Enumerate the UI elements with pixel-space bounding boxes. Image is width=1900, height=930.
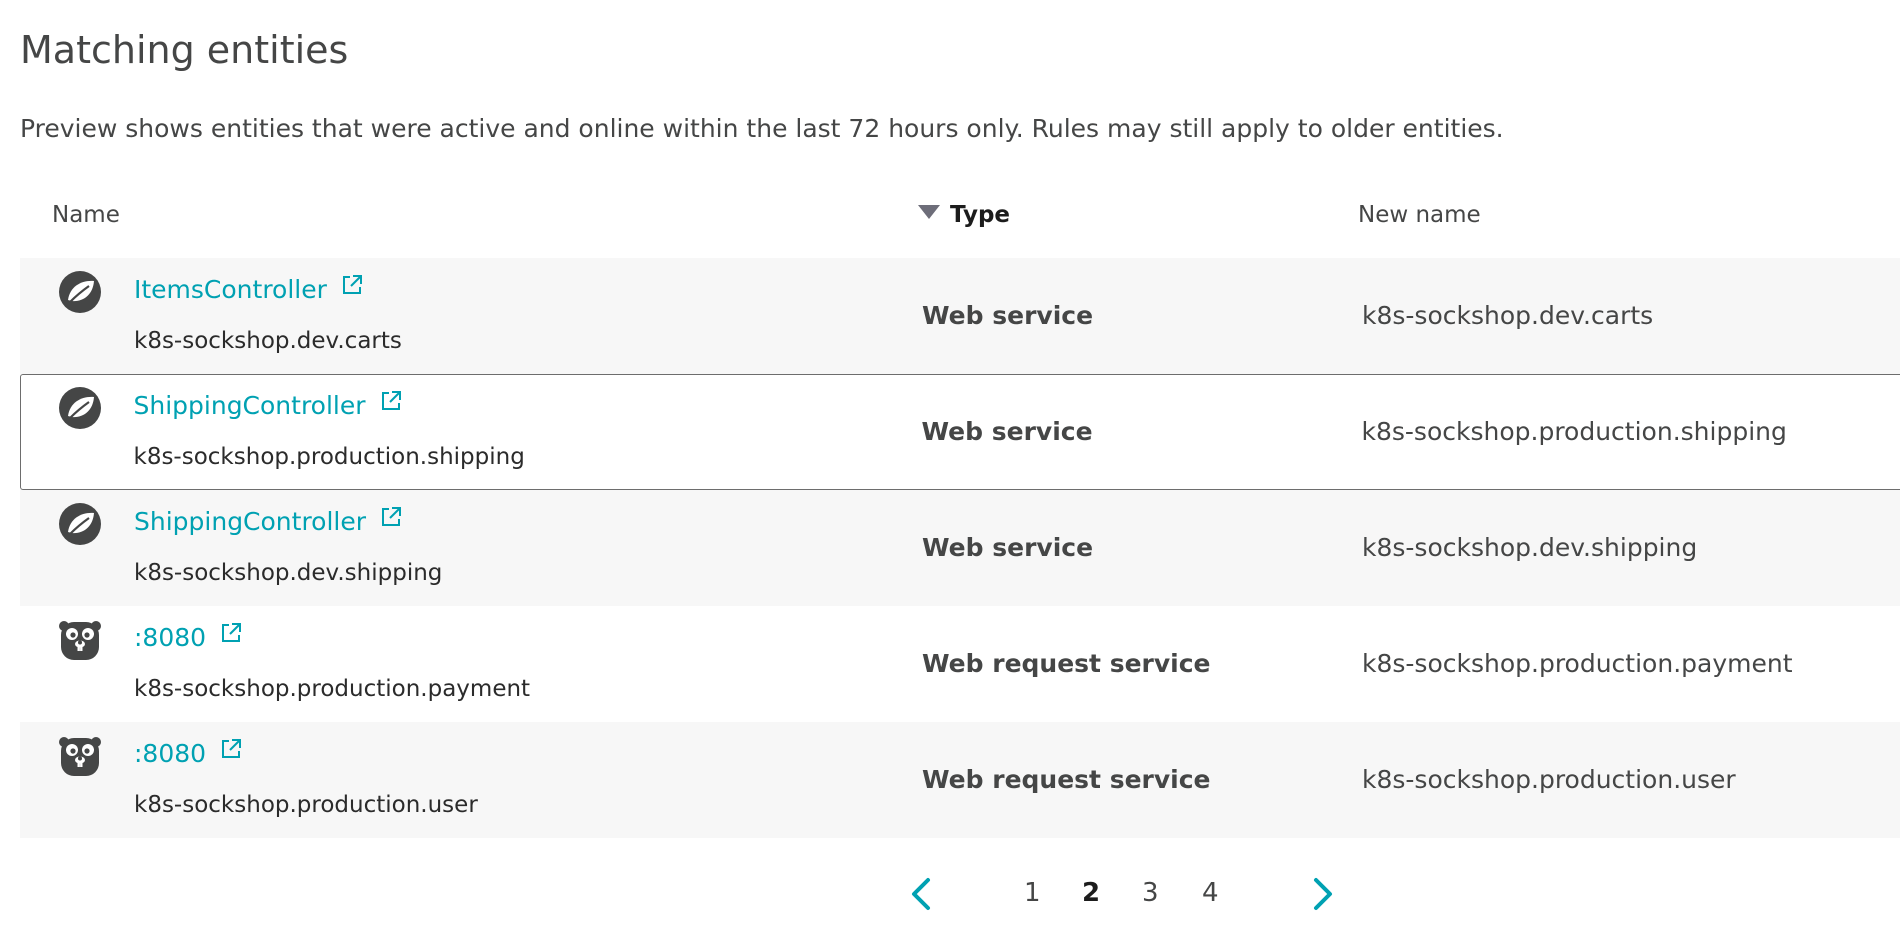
table-row[interactable]: :8080 k8s-sockshop.production.user Web r… xyxy=(20,722,1900,838)
entity-detail: k8s-sockshop.dev.carts xyxy=(134,328,402,354)
spring-leaf-icon xyxy=(59,271,101,313)
entity-new-name: k8s-sockshop.dev.shipping xyxy=(1362,533,1698,562)
external-link-icon[interactable] xyxy=(380,390,402,412)
entity-type: Web request service xyxy=(922,649,1211,678)
entity-link[interactable]: ShippingController xyxy=(134,390,402,420)
entity-name: :8080 xyxy=(134,623,207,652)
column-header-name[interactable]: Name xyxy=(52,195,120,235)
page-4-button[interactable]: 4 xyxy=(1202,878,1219,908)
page-2-button[interactable]: 2 xyxy=(1082,878,1100,908)
entity-link[interactable]: ItemsController xyxy=(134,274,363,304)
entity-name: ItemsController xyxy=(134,275,327,304)
table-row[interactable]: ShippingController k8s-sockshop.producti… xyxy=(20,374,1900,490)
column-header-type[interactable]: Type xyxy=(918,195,1010,235)
go-gopher-icon xyxy=(59,737,101,776)
table-row[interactable]: ShippingController k8s-sockshop.dev.ship… xyxy=(20,490,1900,606)
entity-name: ShippingController xyxy=(133,390,366,420)
preview-description: Preview shows entities that were active … xyxy=(20,114,1504,143)
entity-detail: k8s-sockshop.production.shipping xyxy=(133,443,525,470)
entity-new-name: k8s-sockshop.production.payment xyxy=(1362,649,1793,678)
external-link-icon[interactable] xyxy=(341,274,363,296)
pagination: 1 2 3 4 xyxy=(0,872,1900,922)
column-header-type-label: Type xyxy=(950,202,1011,228)
spring-leaf-icon xyxy=(59,503,101,545)
entity-type: Web service xyxy=(921,417,1093,446)
page-1-button[interactable]: 1 xyxy=(1024,878,1041,908)
entity-link[interactable]: ShippingController xyxy=(134,506,402,536)
entity-type: Web request service xyxy=(922,765,1211,794)
page-3-button[interactable]: 3 xyxy=(1142,878,1159,908)
chevron-right-icon[interactable] xyxy=(1302,872,1342,916)
entity-name: :8080 xyxy=(134,739,207,768)
sort-descending-icon xyxy=(918,205,940,219)
entity-detail: k8s-sockshop.production.user xyxy=(134,792,478,818)
table-row[interactable]: ItemsController k8s-sockshop.dev.carts W… xyxy=(20,258,1900,374)
go-gopher-icon xyxy=(59,621,101,660)
entity-new-name: k8s-sockshop.dev.carts xyxy=(1362,301,1654,330)
external-link-icon[interactable] xyxy=(220,622,242,644)
table-row[interactable]: :8080 k8s-sockshop.production.payment We… xyxy=(20,606,1900,722)
chevron-left-icon[interactable] xyxy=(902,872,942,916)
entity-link[interactable]: :8080 xyxy=(134,622,242,652)
entity-detail: k8s-sockshop.production.payment xyxy=(134,676,531,702)
entities-table-body: ItemsController k8s-sockshop.dev.carts W… xyxy=(20,258,1900,838)
entity-link[interactable]: :8080 xyxy=(134,738,242,768)
spring-leaf-icon xyxy=(58,386,101,429)
external-link-icon[interactable] xyxy=(220,738,242,760)
entity-type: Web service xyxy=(922,301,1094,330)
matching-entities-panel: Matching entities Preview shows entities… xyxy=(0,0,1900,930)
page-title: Matching entities xyxy=(20,28,349,72)
entity-detail: k8s-sockshop.dev.shipping xyxy=(134,560,443,586)
table-header: Name Type New name xyxy=(20,195,1900,255)
entity-new-name: k8s-sockshop.production.user xyxy=(1362,765,1736,794)
column-header-new-name[interactable]: New name xyxy=(1358,195,1481,235)
entity-type: Web service xyxy=(922,533,1094,562)
entity-new-name: k8s-sockshop.production.shipping xyxy=(1361,417,1787,446)
external-link-icon[interactable] xyxy=(380,506,402,528)
entity-name: ShippingController xyxy=(134,507,367,536)
